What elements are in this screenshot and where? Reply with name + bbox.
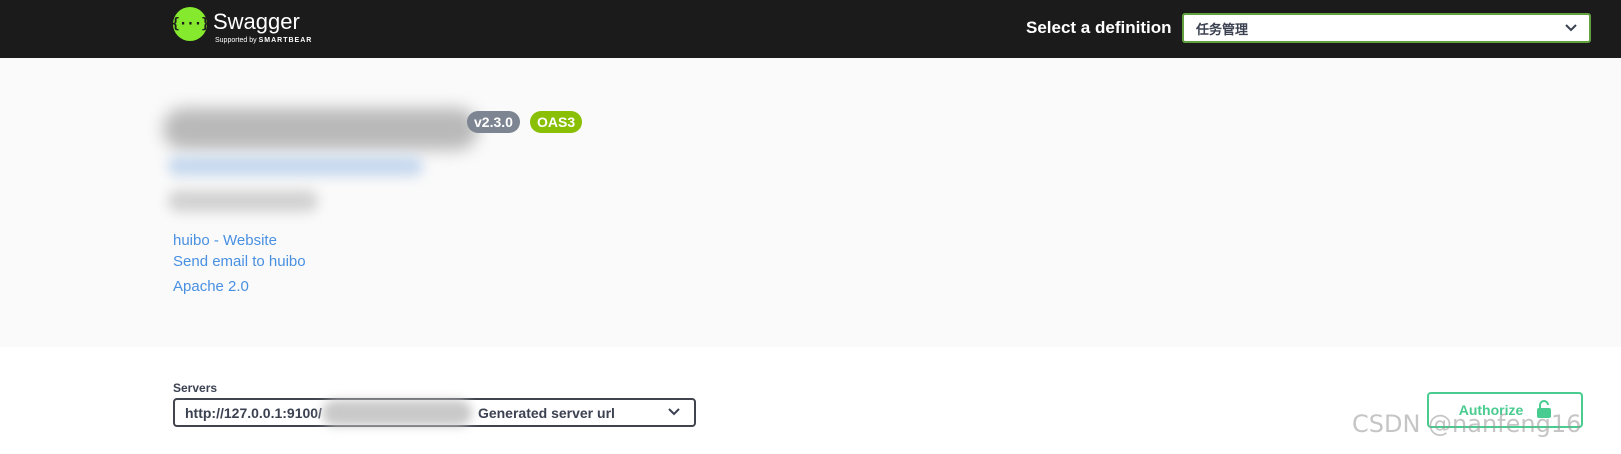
- logo-text: Swagger Supported by SMARTBEAR: [213, 7, 312, 45]
- swagger-logo[interactable]: {···} Swagger Supported by SMARTBEAR: [171, 7, 312, 45]
- website-link[interactable]: huibo - Website: [173, 232, 277, 249]
- definition-select[interactable]: 任务管理: [1182, 13, 1591, 43]
- swagger-logo-icon: {···}: [171, 7, 210, 41]
- logo-title: Swagger: [213, 9, 300, 34]
- server-url-description: Generated server url: [477, 404, 615, 421]
- redacted-title: [163, 108, 478, 150]
- logo-supported-text: Supported by: [215, 37, 257, 44]
- logo-subtitle: Supported by SMARTBEAR: [215, 36, 312, 45]
- email-link[interactable]: Send email to huibo: [173, 253, 306, 270]
- version-badge: v2.3.0: [467, 111, 520, 133]
- redacted-server-path: [321, 399, 472, 426]
- topbar: {···} Swagger Supported by SMARTBEAR Sel…: [0, 0, 1621, 58]
- license-link[interactable]: Apache 2.0: [173, 278, 249, 295]
- server-select[interactable]: http://127.0.0.1:9100/ Generated server …: [173, 398, 696, 427]
- watermark-text: CSDN @nanfeng16: [1352, 410, 1582, 438]
- logo-brand-text: SMARTBEAR: [258, 37, 313, 44]
- chevron-down-icon: [1565, 21, 1577, 35]
- oas-badge: OAS3: [530, 111, 583, 133]
- servers-label: Servers: [173, 381, 218, 395]
- chevron-down-icon: [668, 405, 680, 419]
- redacted-description: [168, 190, 318, 212]
- info-section: v2.3.0 OAS3 huibo - Website Send email t…: [0, 58, 1621, 347]
- server-url-prefix: http://127.0.0.1:9100/: [185, 404, 322, 421]
- redacted-url: [168, 156, 423, 176]
- definition-label: Select a definition: [1026, 18, 1172, 37]
- definition-select-value: 任务管理: [1196, 21, 1249, 37]
